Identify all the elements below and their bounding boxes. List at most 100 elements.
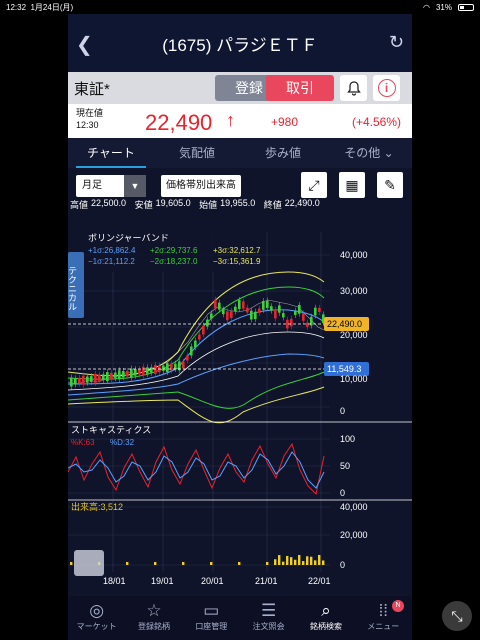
volume-bar	[126, 562, 129, 565]
vol-y-tick: 40,000	[340, 502, 368, 512]
tab-quotes[interactable]: 気配値	[154, 138, 240, 168]
up-arrow-icon: ↑	[226, 110, 235, 130]
stoch-k: %K:63	[71, 438, 95, 447]
market-name[interactable]: 東証*	[74, 78, 110, 99]
grid-icon[interactable]: ▦	[339, 172, 365, 198]
open-value: 19,955.0	[220, 198, 256, 208]
y-tick: 30,000	[340, 286, 368, 296]
volume-bar	[210, 562, 213, 565]
y-tick: 0	[340, 406, 345, 416]
low-label: 安値	[134, 200, 153, 210]
quote-label: 現在値 12:30	[76, 107, 103, 131]
volume-bar	[298, 555, 301, 565]
collapse-icon[interactable]: ⤡	[442, 601, 472, 631]
pencil-icon[interactable]: ✎	[377, 172, 403, 198]
back-icon[interactable]: ❮	[76, 32, 93, 57]
volume-bar	[282, 561, 285, 565]
ohlc-row: 高値 22,500.0 安値 19,605.0 始値 19,955.0 終値 22,49…	[68, 198, 412, 212]
reload-icon[interactable]: ↻	[389, 32, 404, 53]
price-tag-text: 22,490.0	[327, 319, 362, 329]
volume-bar	[154, 562, 157, 565]
quote-panel: 現在値 12:30 22,490 ↑ +980 (+4.56%)	[68, 104, 412, 138]
quote-time: 12:30	[76, 120, 99, 130]
chart-area[interactable]: 22,490.0 11,549.3 40,000 30,000 20,000 1…	[68, 232, 412, 596]
app-window: ❮ (1675) パラジＥＴＦ ↻ 東証* 登録 取引 i 現在値 12:30 2…	[68, 14, 412, 640]
y-tick: 20,000	[340, 330, 368, 340]
bottom-nav: ◎ マーケット ☆ 登録銘柄 ▭ 口座管理 ☰ 注文照会 ⌕ 銘柄検索 ⁞⁞ N メニュー	[68, 596, 412, 640]
tab-bar: チャート 気配値 歩み値 その他 ⌄	[68, 138, 412, 168]
volume-by-price-button[interactable]: 価格帯別出来高	[161, 175, 241, 197]
volume-bar	[294, 559, 297, 565]
bb-minus2: −2σ:18,237.0	[150, 257, 198, 266]
x-tick: 21/01	[255, 576, 278, 586]
bb-panel: 22,490.0 11,549.3 40,000 30,000 20,000 1…	[68, 232, 369, 572]
stoch-y-tick: 0	[340, 488, 345, 498]
trade-button[interactable]: 取引	[266, 75, 334, 101]
current-price: 22,490	[145, 110, 213, 135]
battery-icon	[458, 3, 474, 11]
volume-bar	[306, 556, 309, 565]
bell-icon[interactable]	[340, 75, 367, 101]
bb-plus2: +2σ:29,737.6	[150, 246, 198, 255]
market-bar: 東証* 登録 取引 i	[68, 72, 412, 104]
chevron-down-icon: ⌄	[383, 146, 394, 160]
technical-label: テクニカル	[68, 266, 77, 311]
orders-icon: ☰	[261, 601, 277, 620]
volume-bar	[278, 555, 281, 565]
bb-plus1: +1σ:26,862.4	[88, 246, 136, 255]
volume-bar	[290, 557, 293, 565]
nav-label: 口座管理	[195, 622, 228, 631]
vol-y-tick: 20,000	[340, 530, 368, 540]
tab-chart[interactable]: チャート	[68, 138, 154, 168]
nav-label: マーケット	[76, 622, 117, 631]
tab-more-label: その他	[344, 146, 381, 160]
volume-bar	[314, 560, 317, 565]
high-label: 高値	[70, 200, 89, 210]
tab-more[interactable]: その他 ⌄	[326, 138, 412, 168]
chart-toolbar: 月足 ▼ 価格帯別出来高 ⤢ ▦ ✎	[68, 168, 412, 198]
nav-watchlist[interactable]: ☆ 登録銘柄	[125, 596, 182, 640]
nav-menu[interactable]: ⁞⁞ N メニュー	[355, 596, 412, 640]
period-select[interactable]: 月足 ▼	[76, 175, 146, 197]
bb-title: ボリンジャーバンド	[88, 233, 169, 243]
info-icon[interactable]: i	[373, 75, 400, 101]
volume-bar	[302, 561, 305, 565]
globe-icon: ◎	[89, 601, 105, 620]
volume-bar	[238, 562, 241, 565]
bb-minus1: −1σ:21,112.2	[88, 257, 135, 266]
volume-bar	[286, 555, 289, 565]
nav-label: メニュー	[367, 622, 400, 631]
nav-label: 登録銘柄	[137, 622, 170, 631]
nav-search[interactable]: ⌕ 銘柄検索	[297, 596, 354, 640]
star-icon: ☆	[146, 601, 162, 620]
y-tick: 40,000	[340, 250, 368, 260]
volume-bar	[274, 559, 277, 565]
scroll-handle[interactable]	[74, 550, 104, 576]
close-value: 22,490.0	[284, 198, 320, 208]
high-value: 22,500.0	[91, 198, 127, 208]
nav-account[interactable]: ▭ 口座管理	[183, 596, 240, 640]
volume-bars	[70, 555, 325, 565]
tab-ticks[interactable]: 歩み値	[240, 138, 326, 168]
close-label: 終値	[263, 200, 282, 210]
new-badge: N	[391, 600, 404, 612]
stoch-d: %D:32	[110, 438, 135, 447]
volume-bar	[318, 555, 321, 565]
page-title: (1675) パラジＥＴＦ	[162, 35, 318, 55]
volume-bar	[322, 560, 325, 565]
vol-y-tick: 0	[340, 560, 345, 570]
nav-orders[interactable]: ☰ 注文照会	[240, 596, 297, 640]
x-tick: 19/01	[151, 576, 174, 586]
volume-label: 出来高:3,512	[71, 501, 123, 512]
account-icon: ▭	[203, 601, 220, 620]
nav-market[interactable]: ◎ マーケット	[68, 596, 125, 640]
nav-label: 銘柄検索	[309, 622, 342, 631]
bb-minus3: −3σ:15,361.9	[213, 257, 261, 266]
x-tick: 18/01	[103, 576, 126, 586]
open-label: 始値	[199, 200, 218, 210]
wifi-icon: ◠	[423, 2, 430, 12]
fullscreen-icon[interactable]: ⤢	[301, 172, 327, 198]
search-icon: ⌕	[321, 601, 331, 620]
quote-label-text: 現在値	[76, 108, 104, 118]
volume-bar	[310, 556, 313, 565]
